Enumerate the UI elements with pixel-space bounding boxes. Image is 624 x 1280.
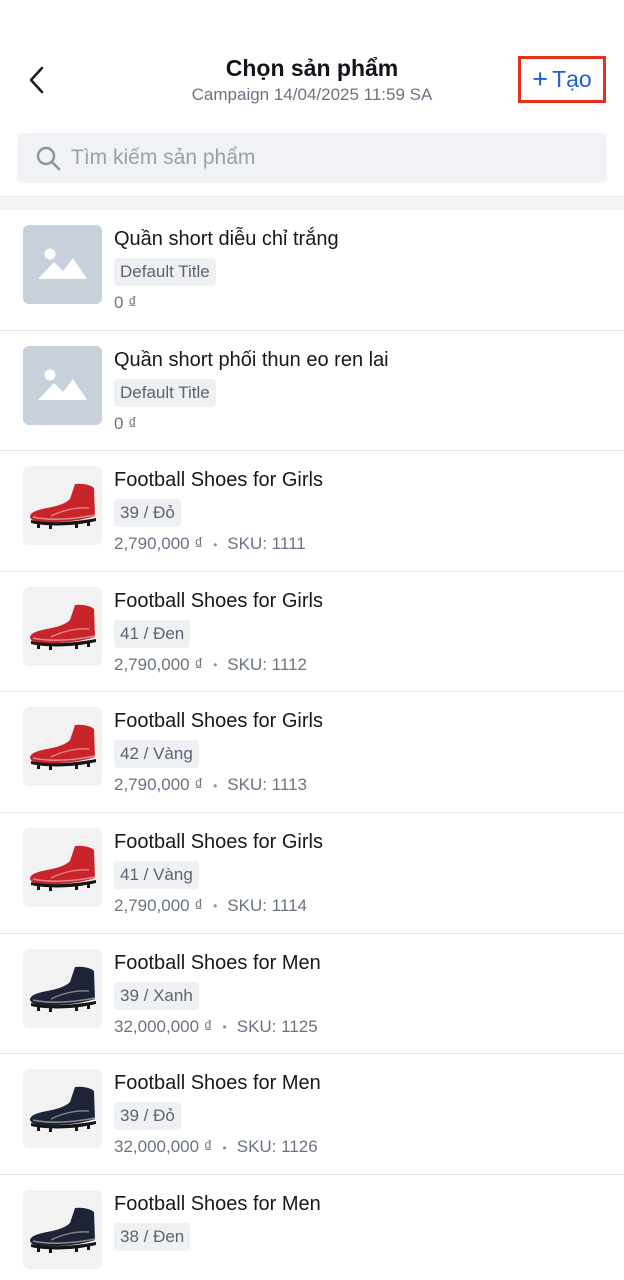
product-price: 2,790,000 ₫ — [114, 654, 204, 674]
variant-badge: 38 / Đen — [114, 1222, 191, 1251]
product-thumbnail — [23, 1069, 102, 1149]
product-thumbnail — [23, 345, 102, 425]
product-list: Quần short diễu chỉ trắng Default Title 0 … — [0, 210, 624, 1280]
variant-badge: 39 / Đỏ — [114, 1102, 181, 1131]
variant-badge: 41 / Đen — [114, 619, 191, 648]
product-thumbnail — [23, 466, 102, 546]
product-thumbnail — [23, 586, 102, 666]
navy-football-shoe — [30, 966, 96, 1012]
product-price: 32,000,000 ₫ — [114, 1016, 213, 1036]
product-info: Football Shoes for Men 39 / Đỏ 32,000,000 … — [114, 1068, 614, 1159]
search-input[interactable] — [71, 146, 571, 170]
product-sku: SKU: 1112 — [227, 654, 307, 674]
product-meta: 32,000,000 ₫ • SKU: 1126 — [114, 1136, 614, 1159]
product-price: 2,790,000 ₫ — [114, 895, 204, 915]
product-info: Quần short diễu chỉ trắng Default Title 0 … — [114, 224, 614, 314]
product-name: Quần short phối thun eo ren lai — [114, 348, 389, 371]
product-price: 32,000,000 ₫ — [114, 1137, 213, 1157]
navy-football-shoe — [30, 1207, 96, 1253]
product-list-item[interactable]: Quần short diễu chỉ trắng Default Title 0 … — [0, 210, 624, 331]
variant-badge: 42 / Vàng — [114, 740, 199, 769]
product-list-item[interactable]: Quần short phối thun eo ren lai Default T… — [0, 331, 624, 452]
product-info: Football Shoes for Girls 41 / Vàng 2,790,0… — [114, 827, 614, 918]
product-price: 2,790,000 ₫ — [114, 534, 204, 554]
red-football-shoe — [30, 725, 96, 771]
variant-badge: Default Title — [114, 258, 216, 286]
product-list-item[interactable]: Football Shoes for Girls 41 / Vàng 2,790,0… — [0, 813, 624, 934]
product-info: Football Shoes for Men 38 / Đen — [114, 1189, 614, 1251]
product-sku: SKU: 1126 — [236, 1137, 318, 1157]
placeholder-image-icon — [38, 248, 87, 279]
product-info: Football Shoes for Girls 39 / Đỏ 2,790,000… — [114, 465, 614, 556]
product-meta: 2,790,000 ₫ • SKU: 1111 — [114, 533, 614, 556]
product-meta: 0 ₫ — [114, 413, 614, 435]
product-meta: 2,790,000 ₫ • SKU: 1112 — [114, 654, 614, 677]
product-thumbnail — [23, 225, 102, 304]
product-name: Football Shoes for Men — [114, 1072, 321, 1095]
variant-badge: 39 / Đỏ — [114, 499, 181, 528]
product-thumbnail — [23, 1189, 102, 1269]
product-list-item[interactable]: Football Shoes for Men 39 / Đỏ 32,000,000 … — [0, 1054, 624, 1175]
section-divider — [0, 196, 624, 210]
product-meta: 2,790,000 ₫ • SKU: 1114 — [114, 895, 614, 918]
product-name: Quần short diễu chỉ trắng — [114, 228, 339, 250]
placeholder-image-icon — [38, 369, 87, 400]
product-list-item[interactable]: Football Shoes for Men 39 / Xanh 32,000,00… — [0, 934, 624, 1055]
product-price: 0 ₫ — [114, 293, 137, 312]
product-sku: SKU: 1114 — [227, 895, 307, 915]
variant-badge: Default Title — [114, 378, 216, 407]
product-price: 2,790,000 ₫ — [114, 775, 204, 795]
product-name: Football Shoes for Girls — [114, 830, 323, 853]
search-icon — [36, 146, 61, 171]
separator-dot-icon: • — [213, 537, 218, 552]
product-name: Football Shoes for Girls — [114, 469, 323, 492]
separator-dot-icon: • — [222, 1140, 227, 1155]
create-button[interactable]: + Tạo — [518, 56, 606, 103]
search-bar[interactable] — [17, 133, 607, 183]
product-info: Football Shoes for Girls 42 / Vàng 2,790,0… — [114, 706, 614, 797]
product-list-item[interactable]: Football Shoes for Girls 42 / Vàng 2,790,0… — [0, 692, 624, 813]
separator-dot-icon: • — [213, 658, 218, 673]
product-name: Football Shoes for Girls — [114, 589, 323, 612]
product-name: Football Shoes for Men — [114, 951, 321, 974]
product-name: Football Shoes for Men — [114, 1192, 321, 1215]
product-sku: SKU: 1113 — [227, 775, 307, 795]
product-meta: 0 ₫ — [114, 292, 614, 314]
red-football-shoe — [30, 483, 96, 530]
product-info: Quần short phối thun eo ren lai Default T… — [114, 345, 614, 435]
product-thumbnail — [23, 827, 102, 907]
product-meta: 2,790,000 ₫ • SKU: 1113 — [114, 774, 614, 797]
plus-icon: + — [532, 64, 549, 94]
product-name: Football Shoes for Girls — [114, 710, 323, 733]
header: Chọn sản phẩm Campaign 14/04/2025 11:59 … — [0, 0, 624, 120]
separator-dot-icon: • — [213, 778, 218, 793]
product-thumbnail — [23, 707, 102, 787]
product-price: 0 ₫ — [114, 413, 137, 433]
product-list-item[interactable]: Football Shoes for Girls 39 / Đỏ 2,790,000… — [0, 451, 624, 572]
product-list-item[interactable]: Football Shoes for Men 38 / Đen — [0, 1175, 624, 1280]
product-info: Football Shoes for Men 39 / Xanh 32,000,00… — [114, 948, 614, 1039]
product-list-item[interactable]: Football Shoes for Girls 41 / Đen 2,790,00… — [0, 572, 624, 693]
variant-badge: 39 / Xanh — [114, 981, 199, 1010]
red-football-shoe — [30, 845, 96, 891]
separator-dot-icon: • — [213, 899, 218, 914]
product-sku: SKU: 1125 — [236, 1016, 318, 1036]
create-button-label: Tạo — [552, 66, 592, 92]
product-meta: 32,000,000 ₫ • SKU: 1125 — [114, 1016, 614, 1039]
product-info: Football Shoes for Girls 41 / Đen 2,790,00… — [114, 586, 614, 677]
product-sku: SKU: 1111 — [227, 534, 306, 554]
variant-badge: 41 / Vàng — [114, 860, 199, 889]
navy-football-shoe — [30, 1086, 96, 1133]
red-football-shoe — [30, 604, 96, 650]
separator-dot-icon: • — [222, 1020, 227, 1035]
product-thumbnail — [23, 948, 102, 1028]
